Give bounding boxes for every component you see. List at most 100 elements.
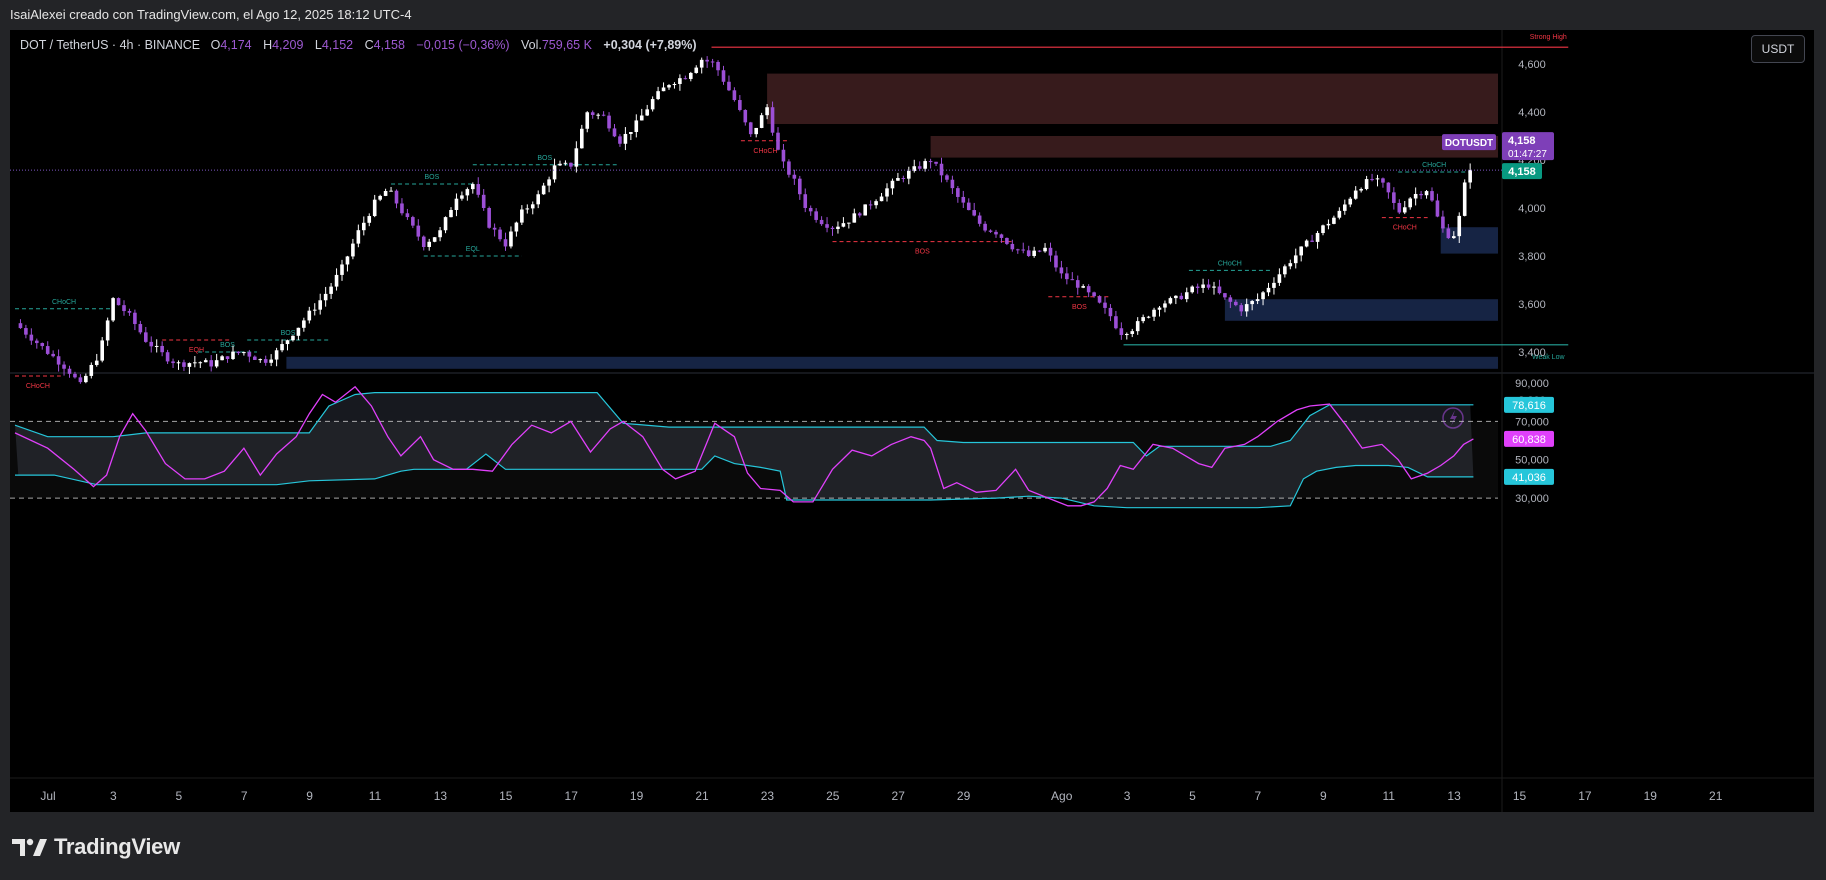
candle-down	[18, 323, 23, 329]
candle-up	[863, 204, 867, 216]
candle-down	[787, 161, 791, 175]
candle-down	[961, 196, 966, 203]
tradingview-logo[interactable]: TradingView	[12, 834, 180, 860]
candle-up	[378, 195, 382, 200]
candle-down	[1005, 237, 1009, 244]
candle-down	[67, 368, 72, 374]
candle-up	[699, 59, 704, 68]
last-price-value: 4,158	[1508, 135, 1536, 147]
candle-up	[318, 300, 322, 310]
candle-down	[901, 178, 906, 180]
candle-down	[45, 346, 50, 354]
candle-down	[928, 161, 933, 163]
candle-down	[487, 207, 491, 228]
candle-down	[917, 166, 922, 169]
candle-up	[629, 131, 633, 134]
candle-up	[1452, 236, 1456, 239]
candle-up	[754, 127, 758, 135]
candle-up	[1408, 198, 1412, 208]
structure-label: BOS	[915, 249, 930, 256]
candle-down	[803, 194, 808, 208]
candle-up	[1364, 179, 1369, 190]
symbol-tag-label: DOTUSDT	[1445, 138, 1493, 149]
candle-up	[1304, 240, 1309, 247]
time-tick-label: 7	[1255, 789, 1262, 803]
candle-up	[1353, 190, 1358, 199]
candle-up	[1348, 198, 1353, 205]
candle-up	[558, 163, 562, 166]
candle-up	[454, 198, 459, 210]
candle-up	[285, 340, 290, 345]
candle-up	[1125, 333, 1129, 336]
candle-up	[1315, 233, 1320, 242]
candle-up	[765, 107, 769, 116]
candle-down	[263, 359, 268, 363]
legend-open-label: O	[210, 38, 221, 52]
candle-up	[443, 217, 448, 231]
oscillator-tick-label: 70,000	[1515, 416, 1549, 428]
candle-down	[138, 324, 143, 333]
candle-up	[509, 231, 513, 247]
chart-canvas[interactable]: Strong HighWeak LowCHoCHCHoCHEQHBOSBOSBO…	[10, 30, 1814, 812]
candle-down	[1021, 249, 1026, 251]
candle-up	[1321, 225, 1325, 234]
candle-down	[171, 361, 175, 364]
currency-button[interactable]: USDT	[1751, 35, 1805, 63]
legend-change: −0,015 (−0,36%)	[416, 38, 510, 52]
candle-down	[394, 190, 399, 204]
candle-down	[127, 311, 132, 313]
candle-down	[405, 213, 410, 218]
candle-up	[427, 241, 431, 247]
candle-up	[1462, 182, 1467, 216]
candle-down	[950, 179, 955, 189]
candle-down	[983, 223, 987, 231]
candle-up	[1359, 189, 1363, 191]
chart-frame[interactable]: Strong High Weak Low CHoCH CHoCH EQH BOS BOS BO…	[10, 30, 1814, 812]
candle-up	[1326, 223, 1331, 226]
legend-volume-label: Vol.	[521, 38, 542, 52]
candle-down	[40, 343, 45, 347]
candle-down	[814, 211, 818, 220]
candle-down	[1026, 250, 1031, 256]
time-tick-label: 21	[1709, 789, 1723, 803]
candle-up	[220, 356, 224, 361]
candle-up	[362, 222, 366, 231]
upper-value-label: 78,616	[1512, 400, 1546, 412]
candle-down	[225, 356, 230, 360]
candle-down	[1075, 280, 1080, 288]
candle-up	[291, 335, 295, 341]
candle-up	[1288, 263, 1293, 267]
candle-down	[1048, 247, 1053, 256]
candle-down	[1206, 284, 1211, 288]
candle-up	[372, 199, 377, 217]
candle-down	[116, 298, 121, 306]
oscillator-tick-label: 30,000	[1515, 493, 1549, 505]
candle-down	[1114, 316, 1118, 329]
demand-zone	[1224, 299, 1498, 321]
candle-down	[51, 353, 55, 357]
time-tick-label: 5	[1189, 789, 1196, 803]
candle-up	[1293, 255, 1298, 264]
time-tick-label: 27	[892, 789, 906, 803]
candle-down	[122, 305, 126, 312]
candle-down	[1386, 182, 1391, 193]
candle-down	[1059, 267, 1064, 274]
candle-down	[819, 219, 824, 225]
candle-up	[356, 230, 361, 244]
candle-down	[476, 184, 481, 195]
candle-up	[1272, 282, 1276, 288]
supply-zone	[930, 136, 1498, 158]
candle-down	[934, 161, 938, 164]
legend-symbol[interactable]: DOT / TetherUS · 4h · BINANCE	[20, 38, 200, 52]
candle-up	[1337, 210, 1342, 218]
candle-down	[78, 377, 83, 383]
time-tick-label: 11	[369, 789, 382, 803]
candle-down	[1381, 178, 1385, 183]
candle-up	[525, 208, 530, 210]
structure-label: CHoCH	[753, 148, 777, 155]
tradingview-logo-icon	[12, 838, 47, 856]
structure-label: CHoCH	[1218, 260, 1242, 267]
candle-up	[1168, 298, 1173, 304]
candle-up	[694, 67, 699, 73]
legend-low: 4,152	[321, 38, 354, 52]
